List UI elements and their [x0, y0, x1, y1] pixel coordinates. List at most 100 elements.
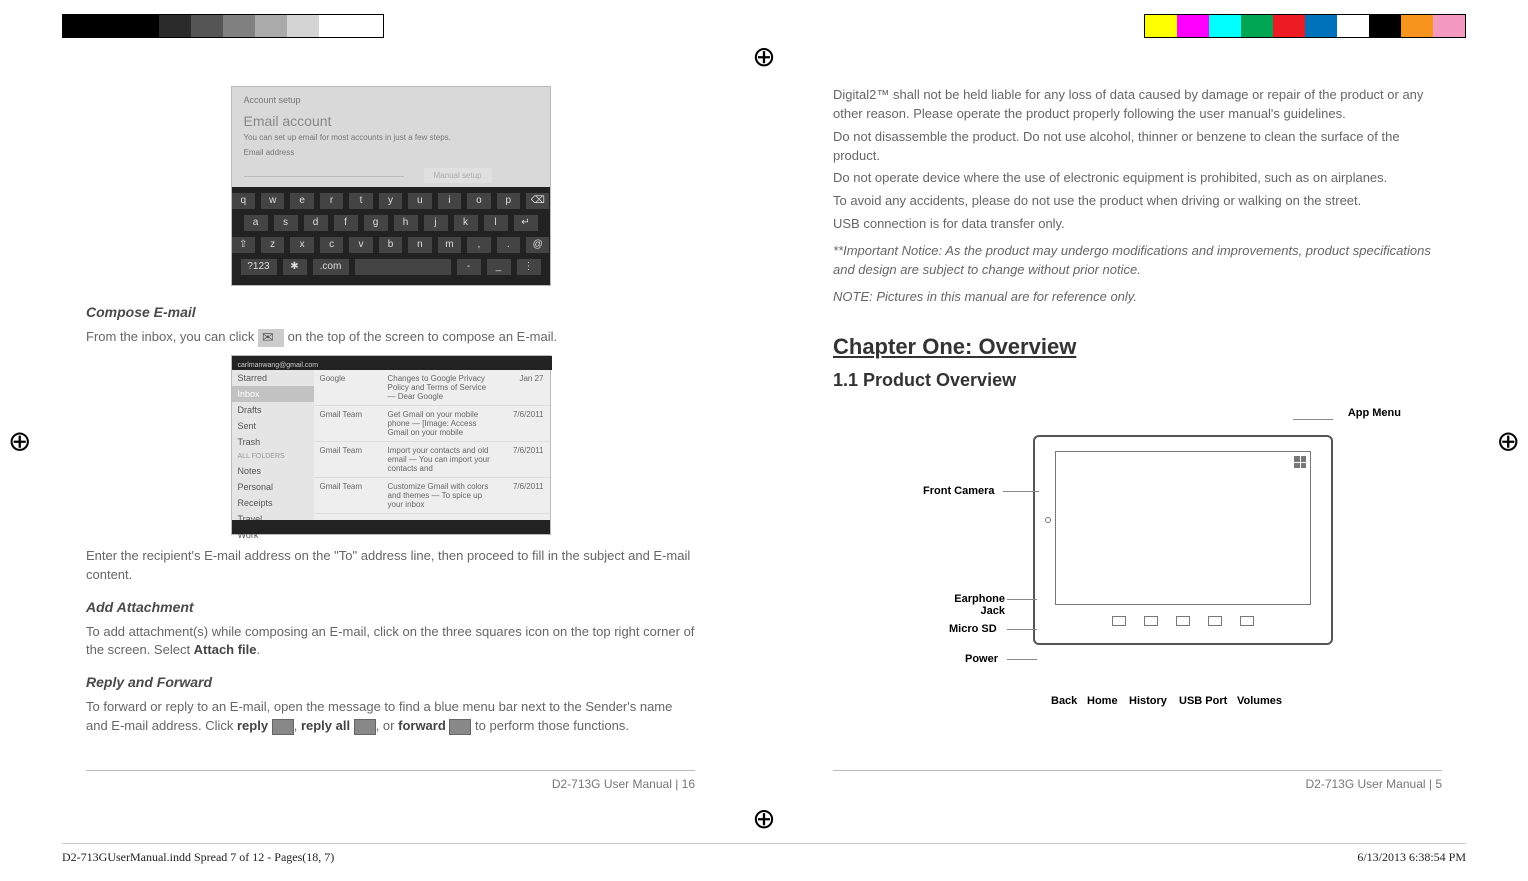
tablet-outline	[1033, 435, 1333, 645]
keyboard-key[interactable]: b	[379, 237, 402, 253]
email-input[interactable]	[244, 163, 404, 177]
color-swatch	[351, 15, 383, 37]
keyboard-key[interactable]: m	[438, 237, 461, 253]
keyboard-key[interactable]: _	[487, 259, 511, 275]
keyboard-key[interactable]: c	[320, 237, 343, 253]
label-home: Home	[1087, 695, 1118, 707]
print-footer-right: 6/13/2013 6:38:54 PM	[1357, 850, 1466, 865]
email-setup-hint: You can set up email for most accounts i…	[244, 133, 538, 142]
label-power: Power	[965, 653, 998, 665]
color-swatch	[319, 15, 351, 37]
keyboard-key[interactable]: ⌫	[526, 193, 549, 209]
color-swatch	[159, 15, 191, 37]
keyboard-key[interactable]: v	[349, 237, 372, 253]
folder-item[interactable]: Personal	[232, 479, 314, 495]
color-swatch	[1369, 15, 1401, 37]
color-swatch	[1305, 15, 1337, 37]
color-calibration-bar-right	[1144, 14, 1466, 38]
keyboard-key[interactable]: ?123	[241, 259, 277, 275]
label-front-camera: Front Camera	[923, 485, 995, 497]
email-setup-panel: Account setup Email account You can set …	[244, 95, 538, 196]
home-btn-icon	[1144, 616, 1158, 626]
right-page-divider	[833, 770, 1442, 771]
color-swatch	[287, 15, 319, 37]
keyboard-key[interactable]: z	[261, 237, 284, 253]
keyboard-key[interactable]: .	[497, 237, 520, 253]
warning-paragraph: USB connection is for data transfer only…	[833, 215, 1442, 234]
keyboard-key[interactable]: -	[457, 259, 481, 275]
leader-line	[1003, 491, 1039, 492]
keyboard-key[interactable]: r	[320, 193, 343, 209]
compose-intro-after: on the top of the screen to compose an E…	[288, 329, 558, 344]
keyboard-key[interactable]: h	[394, 215, 418, 231]
inbox-row[interactable]: Gmail TeamImport your contacts and old e…	[314, 442, 550, 478]
folder-item[interactable]: Trash	[232, 434, 314, 450]
label-earphone: Earphone Jack	[945, 593, 1005, 617]
color-swatch	[191, 15, 223, 37]
attach-after: .	[257, 642, 261, 657]
keyboard-key[interactable]: ↵	[514, 215, 538, 231]
keyboard-key[interactable]: w	[261, 193, 284, 209]
keyboard-key[interactable]: g	[364, 215, 388, 231]
registration-mark-icon: ⊕	[1497, 424, 1520, 457]
keyboard-key[interactable]: y	[379, 193, 402, 209]
inbox-screenshot: carlmanwang@gmail.comStarredInboxDraftsS…	[231, 355, 551, 535]
email-setup-screenshot: Account setup Email account You can set …	[231, 86, 551, 286]
leader-line	[1007, 599, 1037, 600]
keyboard-key[interactable]: f	[334, 215, 358, 231]
folder-item[interactable]: Drafts	[232, 402, 314, 418]
keyboard-key[interactable]: j	[424, 215, 448, 231]
inbox-message-list: GoogleChanges to Google Privacy Policy a…	[314, 370, 550, 520]
reply-body: To forward or reply to an E-mail, open t…	[86, 698, 695, 736]
onscreen-keyboard[interactable]: qwertyuiop ⌫ asdfghjkl ↵ ⇧ zxcvbnm,. @ ?123 ✱ .co…	[232, 187, 550, 285]
warning-paragraph: Do not operate device where the use of e…	[833, 169, 1442, 188]
compose-body: Enter the recipient's E-mail address on …	[86, 547, 695, 585]
folder-item[interactable]: Receipts	[232, 495, 314, 511]
leader-line	[1293, 419, 1333, 420]
keyboard-key[interactable]: x	[290, 237, 313, 253]
keyboard-key[interactable]: t	[349, 193, 372, 209]
color-swatch	[1433, 15, 1465, 37]
color-swatch	[1273, 15, 1305, 37]
keyboard-key[interactable]: s	[274, 215, 298, 231]
keyboard-key[interactable]: i	[438, 193, 461, 209]
keyboard-key[interactable]: n	[408, 237, 431, 253]
color-swatch	[1209, 15, 1241, 37]
print-footer-left: D2-713GUserManual.indd Spread 7 of 12 - …	[62, 850, 334, 865]
keyboard-key[interactable]	[355, 259, 451, 275]
keyboard-key[interactable]: ⋮	[517, 259, 541, 275]
keyboard-key[interactable]: e	[290, 193, 313, 209]
keyboard-key[interactable]: .com	[313, 259, 349, 275]
keyboard-key[interactable]: l	[484, 215, 508, 231]
keyboard-key[interactable]: k	[454, 215, 478, 231]
manual-setup-button[interactable]: Manual setup	[424, 168, 492, 183]
attach-heading: Add Attachment	[86, 599, 695, 615]
keyboard-key[interactable]: ,	[467, 237, 490, 253]
chapter-heading: Chapter One: Overview	[833, 334, 1442, 360]
label-history: History	[1129, 695, 1167, 707]
label-volumes: Volumes	[1237, 695, 1282, 707]
compose-intro: From the inbox, you can click on the top…	[86, 328, 695, 347]
folder-item[interactable]: Notes	[232, 463, 314, 479]
keyboard-key[interactable]: ⇧	[232, 237, 255, 253]
keyboard-key[interactable]: u	[408, 193, 431, 209]
keyboard-key[interactable]: d	[304, 215, 328, 231]
right-page: Digital2™ shall not be held liable for a…	[809, 82, 1466, 791]
color-swatch	[1177, 15, 1209, 37]
compose-heading: Compose E-mail	[86, 304, 695, 320]
folder-item[interactable]: Inbox	[232, 386, 314, 402]
volumes-btn-icon	[1240, 616, 1254, 626]
spread-container: Account setup Email account You can set …	[62, 82, 1466, 791]
warning-paragraph: Digital2™ shall not be held liable for a…	[833, 86, 1442, 124]
color-swatch	[1241, 15, 1273, 37]
keyboard-key[interactable]: @	[526, 237, 549, 253]
inbox-row[interactable]: Gmail TeamCustomize Gmail with colors an…	[314, 478, 550, 514]
keyboard-key[interactable]: p	[497, 193, 520, 209]
inbox-row[interactable]: GoogleChanges to Google Privacy Policy a…	[314, 370, 550, 406]
keyboard-key[interactable]: ✱	[283, 259, 307, 275]
folder-item[interactable]: Sent	[232, 418, 314, 434]
keyboard-key[interactable]: q	[232, 193, 255, 209]
keyboard-key[interactable]: a	[244, 215, 268, 231]
inbox-row[interactable]: Gmail TeamGet Gmail on your mobile phone…	[314, 406, 550, 442]
keyboard-key[interactable]: o	[467, 193, 490, 209]
